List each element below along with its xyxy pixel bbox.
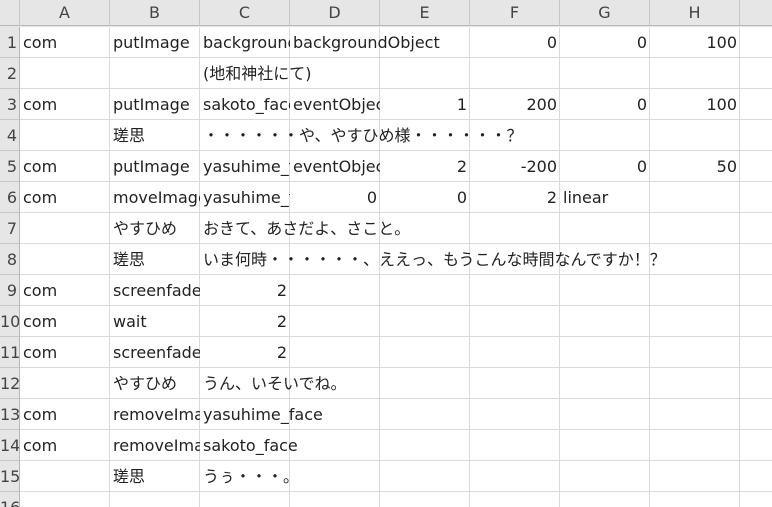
row-header[interactable]: 9 (0, 275, 20, 306)
cell-e6[interactable]: 0 (380, 182, 470, 213)
cell-a1[interactable]: com (20, 27, 110, 58)
cell-h3[interactable]: 100 (650, 89, 740, 120)
cell-a6[interactable]: com (20, 182, 110, 213)
cell-f3[interactable]: 200 (470, 89, 560, 120)
cell-g5[interactable]: 0 (560, 151, 650, 182)
column-header-e[interactable]: E (380, 0, 470, 26)
cell-b7[interactable]: やすひめ (110, 213, 200, 244)
cell-c9[interactable]: 2 (200, 275, 290, 306)
cell-d6[interactable]: 0 (290, 182, 380, 213)
cell-a10[interactable]: com (20, 306, 110, 337)
cell-c4[interactable]: ・・・・・・や、やすひめ様・・・・・・？ (200, 120, 560, 151)
cell-c7[interactable]: おきて、あさだよ、さこと。 (200, 213, 470, 244)
cell-f5[interactable]: -200 (470, 151, 560, 182)
cell-g1[interactable]: 0 (560, 27, 650, 58)
cell-c5[interactable]: yasuhime_face (200, 151, 290, 182)
cell-b6[interactable]: moveImage (110, 182, 200, 213)
cell-b10[interactable]: wait (110, 306, 200, 337)
column-header-a[interactable]: A (20, 0, 110, 26)
column-header-f[interactable]: F (470, 0, 560, 26)
cell-c10[interactable]: 2 (200, 306, 290, 337)
cell-h5[interactable]: 50 (650, 151, 740, 182)
cell-c14[interactable]: sakoto_face (200, 430, 380, 461)
row-header[interactable]: 12 (0, 368, 20, 399)
cell-b8[interactable]: 瑳思 (110, 244, 200, 275)
cell-b4[interactable]: 瑳思 (110, 120, 200, 151)
cell-b11[interactable]: screenfadein (110, 337, 200, 368)
select-all-corner[interactable] (0, 0, 20, 26)
row-header[interactable]: 1 (0, 27, 20, 58)
spreadsheet: A B C D E F G H 1 2 3 4 5 6 7 8 9 10 11 … (0, 0, 772, 507)
row-header[interactable]: 16 (0, 492, 20, 507)
column-header-b[interactable]: B (110, 0, 200, 26)
cell-b5[interactable]: putImage (110, 151, 200, 182)
row-header[interactable]: 13 (0, 399, 20, 430)
cell-f1[interactable]: 0 (470, 27, 560, 58)
column-header-h[interactable]: H (650, 0, 740, 26)
cell-f6[interactable]: 2 (470, 182, 560, 213)
cell-b14[interactable]: removeImage (110, 430, 200, 461)
cell-d3[interactable]: eventObject (290, 89, 380, 120)
row-header[interactable]: 10 (0, 306, 20, 337)
cell-e5[interactable]: 2 (380, 151, 470, 182)
cell-d1[interactable]: backgroundObject (290, 27, 470, 58)
cell-c6[interactable]: yasuhime_face (200, 182, 290, 213)
cell-g3[interactable]: 0 (560, 89, 650, 120)
cell-c15[interactable]: うぅ・・・。 (200, 461, 380, 492)
row-header[interactable]: 8 (0, 244, 20, 275)
row-header[interactable]: 3 (0, 89, 20, 120)
cell-c1[interactable]: backgroundImage (200, 27, 290, 58)
cell-h1[interactable]: 100 (650, 27, 740, 58)
row-header[interactable]: 5 (0, 151, 20, 182)
row-header[interactable]: 4 (0, 120, 20, 151)
cell-grid: com putImage backgroundImage backgroundO… (20, 27, 772, 507)
column-header-c[interactable]: C (200, 0, 290, 26)
cell-c2[interactable]: (地和神社にて) (200, 58, 470, 89)
row-header[interactable]: 14 (0, 430, 20, 461)
cell-b15[interactable]: 瑳思 (110, 461, 200, 492)
column-header-d[interactable]: D (290, 0, 380, 26)
cell-c3[interactable]: sakoto_face (200, 89, 290, 120)
cell-b13[interactable]: removeImage (110, 399, 200, 430)
cell-g6[interactable]: linear (560, 182, 650, 213)
row-header[interactable]: 15 (0, 461, 20, 492)
cell-c13[interactable]: yasuhime_face (200, 399, 380, 430)
cell-c12[interactable]: うん、いそいでね。 (200, 368, 470, 399)
cell-a9[interactable]: com (20, 275, 110, 306)
column-header-g[interactable]: G (560, 0, 650, 26)
row-header-bar: 1 2 3 4 5 6 7 8 9 10 11 12 13 14 15 16 (0, 27, 20, 507)
row-header[interactable]: 7 (0, 213, 20, 244)
cell-d5[interactable]: eventObject (290, 151, 380, 182)
cell-e3[interactable]: 1 (380, 89, 470, 120)
row-header[interactable]: 6 (0, 182, 20, 213)
cell-b12[interactable]: やすひめ (110, 368, 200, 399)
column-header-i[interactable] (740, 0, 772, 26)
cell-b9[interactable]: screenfadeout (110, 275, 200, 306)
row-header[interactable]: 2 (0, 58, 20, 89)
cell-a13[interactable]: com (20, 399, 110, 430)
cell-a11[interactable]: com (20, 337, 110, 368)
cell-a5[interactable]: com (20, 151, 110, 182)
cell-a3[interactable]: com (20, 89, 110, 120)
column-header-bar: A B C D E F G H (0, 0, 772, 27)
cell-b1[interactable]: putImage (110, 27, 200, 58)
cell-c8[interactable]: いま何時・・・・・・、ええっ、もうこんな時間なんですか！？ (200, 244, 720, 275)
cell-c11[interactable]: 2 (200, 337, 290, 368)
row-header[interactable]: 11 (0, 337, 20, 368)
cell-a14[interactable]: com (20, 430, 110, 461)
cell-b3[interactable]: putImage (110, 89, 200, 120)
